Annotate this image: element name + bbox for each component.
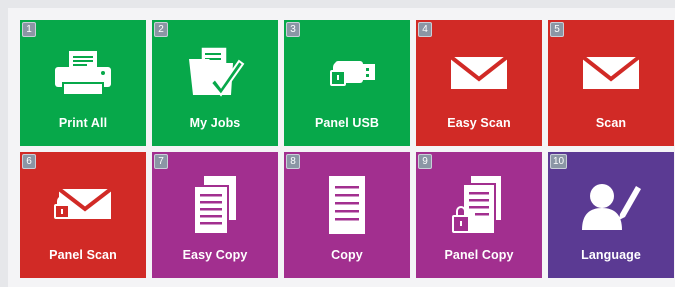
- tile-language[interactable]: 10 Language: [548, 152, 674, 278]
- tile-label: Easy Scan: [447, 116, 511, 130]
- user-pen-icon: [548, 174, 674, 236]
- folder-check-icon: [152, 42, 278, 104]
- tile-label: Panel USB: [314, 116, 380, 130]
- tile-panel-copy[interactable]: 9 Panel Copy: [416, 152, 542, 278]
- tile-number-badge: 7: [154, 154, 168, 169]
- document-icon: [284, 174, 410, 236]
- tile-print-all[interactable]: 1 Print All: [20, 20, 146, 146]
- tile-label: Easy Copy: [182, 248, 248, 262]
- usb-lock-icon: [284, 42, 410, 104]
- tile-my-jobs[interactable]: 2 My Jobs: [152, 20, 278, 146]
- tile-number-badge: 4: [418, 22, 432, 37]
- tile-label: Panel Copy: [444, 248, 514, 262]
- printer-icon: [20, 42, 146, 104]
- envelope-icon: [548, 42, 674, 104]
- envelope-lock-icon: [20, 174, 146, 236]
- tile-label: Language: [581, 248, 641, 262]
- tile-number-badge: 6: [22, 154, 36, 169]
- copy-document-lock-icon: [416, 174, 542, 236]
- tile-number-badge: 1: [22, 22, 36, 37]
- tile-number-badge: 8: [286, 154, 300, 169]
- tile-label: Panel Scan: [49, 248, 117, 262]
- tile-number-badge: 3: [286, 22, 300, 37]
- tile-number-badge: 5: [550, 22, 564, 37]
- envelope-icon: [416, 42, 542, 104]
- tile-label: My Jobs: [189, 116, 241, 130]
- tile-label: Print All: [58, 116, 108, 130]
- tile-scan[interactable]: 5 Scan: [548, 20, 674, 146]
- tile-number-badge: 2: [154, 22, 168, 37]
- tile-panel-scan[interactable]: 6 Panel Scan: [20, 152, 146, 278]
- tile-label: Copy: [331, 248, 363, 262]
- tile-number-badge: 9: [418, 154, 432, 169]
- tile-easy-copy[interactable]: 7 Easy Copy: [152, 152, 278, 278]
- copy-document-icon: [152, 174, 278, 236]
- tile-copy[interactable]: 8 Copy: [284, 152, 410, 278]
- tile-number-badge: 10: [550, 154, 568, 169]
- tile-panel-usb[interactable]: 3 Panel USB: [284, 20, 410, 146]
- tile-label: Scan: [595, 116, 627, 130]
- tile-easy-scan[interactable]: 4 Easy Scan: [416, 20, 542, 146]
